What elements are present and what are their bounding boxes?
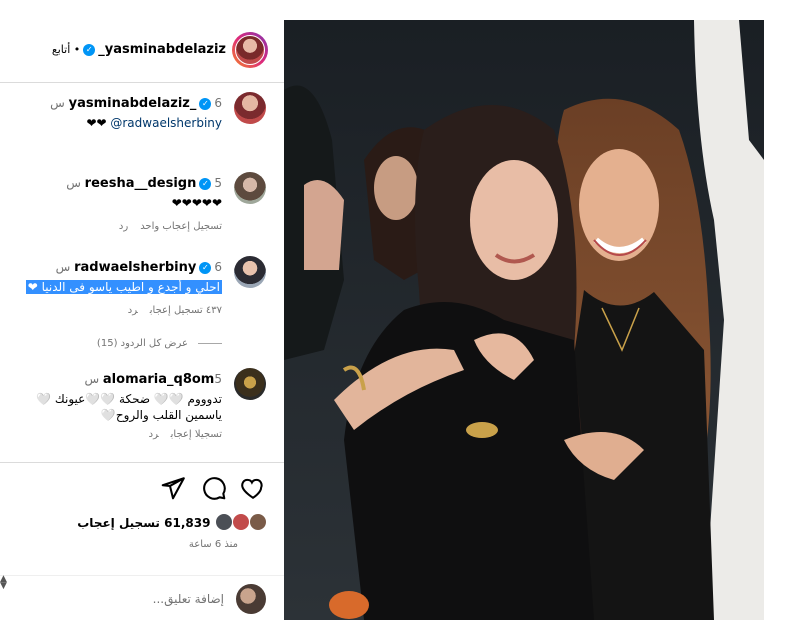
commenter-avatar[interactable]	[234, 172, 266, 204]
reply-link[interactable]: رد	[149, 429, 159, 440]
liker-avatars	[214, 513, 267, 534]
comment-text: احلي و أجدع و اطيب ياسو فى الدنيا ❤	[2, 279, 222, 295]
likes-label: تسجيل إعجاب	[77, 516, 160, 530]
heart-icon[interactable]	[240, 475, 266, 501]
commenter-avatar[interactable]	[234, 368, 266, 400]
verified-badge-icon: ✓	[199, 177, 212, 190]
commenter-username[interactable]: radwaelsherbiny	[74, 260, 196, 275]
post-photo[interactable]	[284, 20, 764, 620]
author-avatar[interactable]	[232, 32, 268, 68]
reply-link[interactable]: رد	[119, 221, 128, 232]
verified-badge-icon: ✓	[83, 43, 96, 56]
like-count-link[interactable]: تسجيل إعجاب واحد	[140, 221, 222, 232]
comment-text: ❤❤❤❤❤	[171, 196, 222, 210]
liker-avatar	[214, 513, 233, 531]
reply-link[interactable]: رد	[128, 305, 138, 316]
author-line: yasminabdelaziz_✓• أتابع	[52, 42, 226, 57]
commenter-username[interactable]: reesha__design	[85, 176, 197, 191]
comments-list[interactable]: yasminabdelaziz_ ✓6 س @radwaelsherbiny ❤❤…	[0, 82, 284, 462]
replies-divider	[198, 342, 222, 344]
comment-text: @radwaelsherbiny ❤❤	[86, 116, 222, 130]
comment-actions: تسجيلا إعجاب رد	[2, 429, 222, 440]
comment-actions: ٤٣٧ تسجيل إعجاب رد	[2, 305, 222, 316]
view-replies-button[interactable]: عرض كل الردود (15)	[97, 338, 222, 349]
comment-actions: تسجيل إعجاب واحد رد	[2, 221, 222, 232]
current-user-avatar	[236, 584, 266, 614]
share-icon[interactable]	[160, 475, 186, 501]
photo-illustration	[284, 20, 764, 620]
post-actions-section: 61,839 تسجيل إعجاب منذ 6 ساعة إضافة تعلي…	[0, 462, 284, 620]
post-time-ago: منذ 6 ساعة	[188, 539, 238, 550]
comment-item: reesha__design ✓5 س ❤❤❤❤❤ تسجيل إعجاب واح…	[6, 172, 266, 232]
commenter-avatar[interactable]	[234, 92, 266, 124]
top-strip	[0, 0, 812, 20]
commenter-username[interactable]: yasminabdelaziz_	[69, 96, 197, 111]
post-header: yasminabdelaziz_✓• أتابع	[0, 20, 284, 83]
liker-avatar	[231, 513, 250, 531]
liker-avatar	[249, 513, 267, 531]
likes-summary[interactable]: 61,839 تسجيل إعجاب	[77, 513, 267, 534]
right-margin	[764, 0, 812, 620]
likes-count: 61,839	[164, 516, 211, 530]
comment-text: تدوووم 🤍🤍 ضحكة 🤍🤍عيونك 🤍ياسمين القلب وال…	[36, 392, 222, 422]
selected-comment-text: احلي و أجدع و اطيب ياسو فى الدنيا ❤	[25, 280, 222, 294]
scroll-arrows-icon[interactable]: ▲ ▼	[0, 575, 7, 591]
commenter-username[interactable]: alomaria_q8om	[103, 372, 214, 387]
like-count-link[interactable]: ٤٣٧ تسجيل إعجاب	[150, 305, 222, 316]
post-details-panel: yasminabdelaziz_✓• أتابع yasminabdelaziz…	[0, 20, 284, 620]
commenter-avatar[interactable]	[234, 256, 266, 288]
verified-badge-icon: ✓	[199, 261, 212, 274]
add-comment-input[interactable]: إضافة تعليق...	[153, 592, 224, 606]
add-comment-bar: إضافة تعليق...	[0, 575, 284, 620]
verified-badge-icon: ✓	[199, 97, 212, 110]
comment-item: radwaelsherbiny ✓6 س احلي و أجدع و اطيب ي…	[6, 256, 266, 316]
mention-link[interactable]: @radwaelsherbiny	[110, 116, 222, 130]
author-username[interactable]: yasminabdelaziz_	[98, 42, 226, 57]
comment-icon[interactable]	[201, 475, 227, 501]
like-count-link[interactable]: تسجيلا إعجاب	[171, 429, 222, 440]
comment-item: yasminabdelaziz_ ✓6 س @radwaelsherbiny ❤❤	[6, 92, 266, 132]
follow-button[interactable]: • أتابع	[52, 43, 80, 56]
comment-item: alomaria_q8om5 س تدوووم 🤍🤍 ضحكة 🤍🤍عيونك …	[6, 368, 266, 444]
